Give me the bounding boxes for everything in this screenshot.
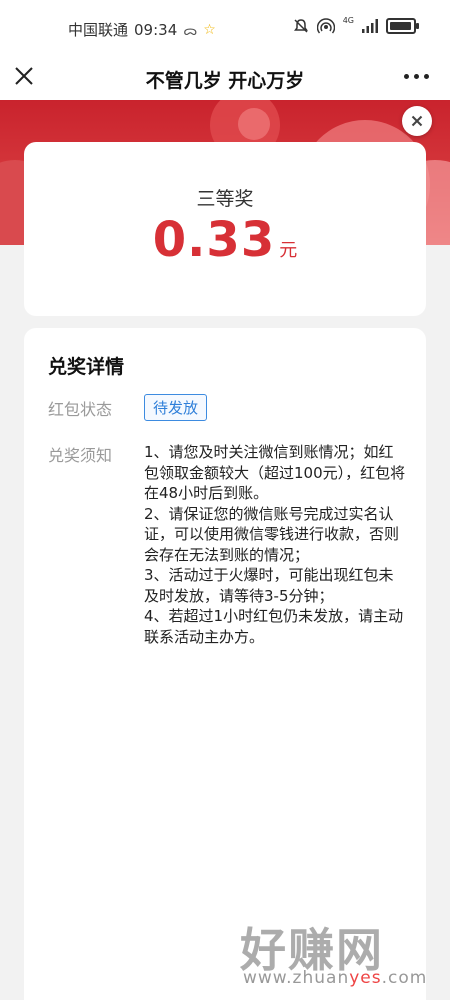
notice-label: 兑奖须知: [48, 446, 113, 465]
details-card: 兑奖详情 红包状态 待发放 兑奖须知 1、请您及时关注微信到账情况；如红包领取金…: [24, 328, 426, 1000]
notice-list: 1、请您及时关注微信到账情况；如红包领取金额较大（超过100元），红包将在48小…: [144, 442, 406, 647]
notice-item: 3、活动过于火爆时，可能出现红包未及时发放，请等待3-5分钟；: [144, 566, 394, 605]
signal-icon: [362, 19, 378, 33]
banner-decoration: [238, 108, 270, 140]
battery-level: [390, 22, 411, 30]
carrier-label: 中国联通: [68, 21, 129, 39]
hotspot-icon: [316, 18, 335, 34]
mute-icon: [293, 19, 308, 33]
prize-amount-unit: 元: [279, 240, 298, 261]
title-bar: 不管几岁 开心万岁: [0, 56, 450, 100]
status-left: 中国联通 09:34 ᯅ ☆: [68, 19, 216, 40]
prize-card: 三等奖 0.33 元: [24, 142, 426, 316]
prize-amount: 0.33 元: [24, 212, 426, 268]
page-title: 不管几岁 开心万岁: [145, 70, 305, 92]
watermark-url-post: .com: [381, 968, 428, 988]
notice-item: 2、请保证您的微信账号完成过实名认证，可以使用微信零钱进行收款，否则会存在无法到…: [144, 504, 400, 564]
dismiss-button[interactable]: [402, 106, 432, 136]
dismiss-icon: [411, 115, 423, 127]
status-label: 红包状态: [48, 400, 113, 419]
status-bar: 中国联通 09:34 ᯅ ☆ 4G: [0, 0, 450, 56]
prize-tier: 三等奖: [196, 188, 254, 210]
watermark-url-highlight: yes: [349, 968, 382, 988]
battery-icon: [386, 18, 419, 34]
prize-amount-value: 0.33: [152, 212, 276, 268]
watermark-url-pre: www.zhuan: [243, 968, 350, 988]
star-icon: ☆: [203, 21, 216, 38]
status-badge: 待发放: [144, 394, 208, 421]
notice-item: 1、请您及时关注微信到账情况；如红包领取金额较大（超过100元），红包将在48小…: [144, 443, 406, 502]
clock: 09:34: [134, 20, 178, 39]
watermark-url: www.zhuanyes.com: [243, 968, 427, 988]
network-label: 4G: [342, 15, 354, 25]
notice-item: 4、若超过1小时红包仍未发放，请主动联系活动主办方。: [144, 607, 404, 646]
details-title: 兑奖详情: [48, 356, 125, 378]
do-not-disturb-icon: ᯅ: [183, 23, 198, 39]
more-icon[interactable]: [404, 70, 432, 82]
status-right: 4G: [293, 15, 419, 34]
